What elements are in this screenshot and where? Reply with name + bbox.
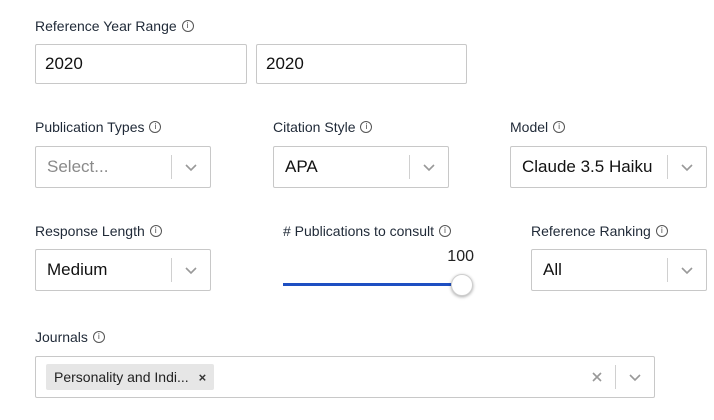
year-start-input[interactable]: 2020 <box>35 44 247 84</box>
chevron-down-icon[interactable] <box>172 160 210 174</box>
info-icon[interactable]: i <box>655 225 668 237</box>
chevron-down-icon[interactable] <box>616 370 654 384</box>
chevron-down-icon[interactable] <box>410 160 448 174</box>
label-text: Reference Ranking <box>531 223 651 239</box>
info-icon[interactable]: i <box>149 121 162 133</box>
chip-label: Personality and Indi... <box>54 369 189 385</box>
chip-container: Personality and Indi... × <box>36 364 579 390</box>
clear-icon[interactable] <box>579 370 615 384</box>
label-text: Response Length <box>35 223 145 239</box>
model-label: Model i <box>510 119 566 135</box>
info-icon[interactable]: i <box>438 225 451 237</box>
select-value: All <box>543 260 562 279</box>
publications-slider[interactable] <box>283 274 473 296</box>
reference-ranking-label: Reference Ranking i <box>531 223 668 239</box>
label-text: Citation Style <box>273 119 356 135</box>
journal-chip: Personality and Indi... × <box>46 364 215 390</box>
chip-remove-icon[interactable]: × <box>199 370 207 385</box>
info-icon[interactable]: i <box>360 121 373 133</box>
select-value: Claude 3.5 Haiku <box>522 157 653 176</box>
info-icon[interactable]: i <box>553 121 566 133</box>
label-text: Model <box>510 119 549 135</box>
year-end-input[interactable]: 2020 <box>256 44 467 84</box>
citation-style-select[interactable]: APA <box>273 146 449 188</box>
response-length-label: Response Length i <box>35 223 162 239</box>
label-text: Journals <box>35 329 88 345</box>
slider-value: 100 <box>447 248 474 265</box>
info-icon[interactable]: i <box>181 20 194 32</box>
chevron-down-icon[interactable] <box>172 263 210 277</box>
label-text: # Publications to consult <box>283 223 434 239</box>
slider-thumb[interactable] <box>451 274 473 296</box>
reference-year-range-label: Reference Year Range i <box>35 18 194 34</box>
select-value: APA <box>285 157 318 176</box>
select-value: Medium <box>47 260 108 279</box>
select-placeholder: Select... <box>47 157 109 176</box>
publications-to-consult-label: # Publications to consult i <box>283 223 451 239</box>
label-text: Reference Year Range <box>35 18 177 34</box>
chevron-down-icon[interactable] <box>668 160 706 174</box>
slider-fill <box>283 283 461 286</box>
citation-style-label: Citation Style i <box>273 119 373 135</box>
info-icon[interactable]: i <box>92 331 105 343</box>
reference-ranking-select[interactable]: All <box>531 249 707 291</box>
journals-label: Journals i <box>35 329 105 345</box>
chevron-down-icon[interactable] <box>668 263 706 277</box>
label-text: Publication Types <box>35 119 145 135</box>
info-icon[interactable]: i <box>149 225 162 237</box>
journals-multiselect[interactable]: Personality and Indi... × <box>35 356 655 398</box>
publication-types-select[interactable]: Select... <box>35 146 211 188</box>
response-length-select[interactable]: Medium <box>35 249 211 291</box>
publication-types-label: Publication Types i <box>35 119 162 135</box>
model-select[interactable]: Claude 3.5 Haiku <box>510 146 707 188</box>
